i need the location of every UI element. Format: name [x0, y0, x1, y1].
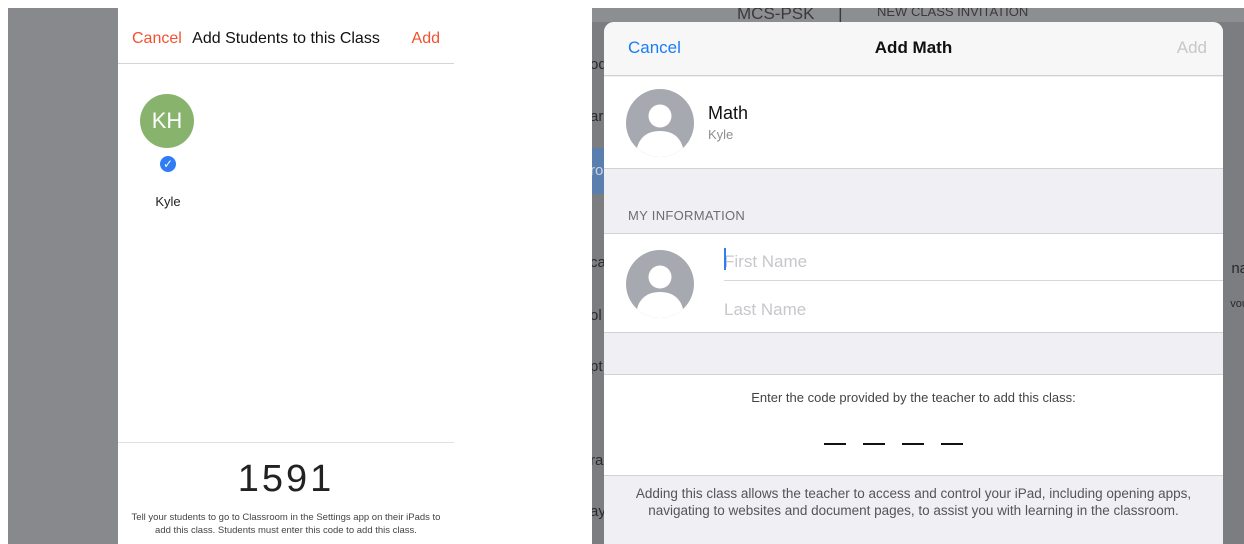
student-tile[interactable]: KH ✓ Kyle: [140, 94, 196, 209]
sheet-title: Add Math: [874, 38, 953, 57]
left-screenshot-panel: Cancel Add Students to this Class Add KH…: [8, 8, 454, 544]
class-code-entry: Enter the code provided by the teacher t…: [604, 374, 1223, 476]
disclaimer-text: Adding this class allows the teacher to …: [635, 486, 1192, 518]
code-digit-slot[interactable]: [863, 443, 885, 445]
add-students-sheet: Cancel Add Students to this Class Add KH…: [118, 8, 454, 544]
class-name: Math: [708, 103, 749, 123]
add-button[interactable]: Add: [412, 30, 440, 48]
add-students-nav-bar: Cancel Add Students to this Class Add: [118, 8, 454, 64]
code-digit-slot[interactable]: [824, 443, 846, 445]
checkmark-icon: ✓: [158, 154, 178, 174]
background-text: ar: [592, 108, 604, 125]
my-information-form: [604, 233, 1223, 333]
background-text: vou: [1230, 298, 1244, 310]
add-class-nav-bar: Cancel Add Math Add: [604, 22, 1223, 76]
add-button[interactable]: Add: [1177, 38, 1207, 58]
code-input[interactable]: [824, 443, 984, 447]
class-info-row: Math Kyle: [604, 77, 1223, 169]
sheet-title: Add Students to this Class: [192, 30, 380, 47]
code-digit-slot[interactable]: [902, 443, 924, 445]
last-name-field[interactable]: [724, 291, 1223, 329]
class-code: 1591: [237, 458, 335, 500]
student-name: Kyle: [155, 194, 181, 209]
help-text: Tell your students to go to Classroom in…: [131, 512, 441, 536]
teacher-name: Kyle: [708, 127, 734, 142]
background-text: ra: [592, 452, 604, 469]
background-text: na: [1231, 260, 1244, 277]
background-text: NEW CLASS INVITATION: [877, 8, 1029, 19]
right-screenshot-panel: MCS-PSK | NEW CLASS INVITATION od ar ro …: [592, 8, 1244, 544]
section-header: MY INFORMATION: [628, 208, 746, 223]
background-text: pt: [592, 358, 603, 375]
person-silhouette-icon[interactable]: [626, 250, 694, 318]
code-digit-slot[interactable]: [941, 443, 963, 445]
background-text: |: [838, 8, 843, 22]
add-class-sheet: Cancel Add Math Add Math Kyle MY INFORMA…: [604, 22, 1223, 544]
text-cursor: [724, 248, 726, 270]
person-silhouette-icon: [626, 89, 694, 157]
background-text: ro: [592, 162, 604, 179]
student-avatar: KH: [140, 94, 194, 148]
background-text: ol: [592, 307, 602, 324]
code-instruction: Enter the code provided by the teacher t…: [751, 390, 1076, 405]
divider: [118, 442, 454, 443]
first-name-field[interactable]: [724, 243, 1223, 281]
